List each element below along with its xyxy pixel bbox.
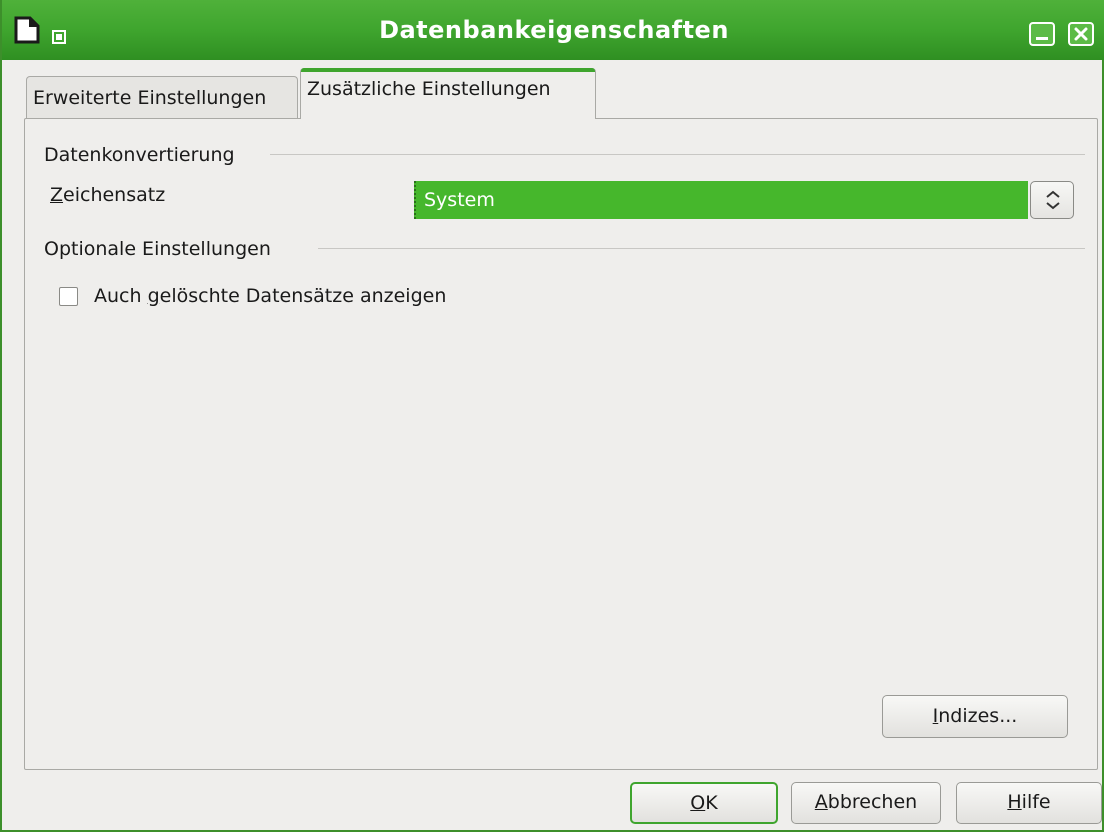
zeichensatz-label: Zeichensatz bbox=[50, 184, 166, 206]
section-heading-datenkonvertierung: Datenkonvertierung bbox=[44, 144, 235, 166]
updown-arrows-icon[interactable] bbox=[1030, 181, 1074, 219]
section-heading-optional: Optionale Einstellungen bbox=[44, 238, 271, 260]
indizes-button[interactable]: Indizes... bbox=[882, 695, 1068, 738]
tab-label: Erweiterte Einstellungen bbox=[33, 87, 267, 109]
zeichensatz-select[interactable]: System bbox=[414, 181, 1074, 219]
tab-erweiterte-einstellungen[interactable]: Erweiterte Einstellungen bbox=[26, 76, 298, 120]
zeichensatz-value[interactable]: System bbox=[414, 181, 1028, 219]
tab-label: Zusätzliche Einstellungen bbox=[307, 78, 551, 100]
show-deleted-label[interactable]: Auch gelöschte Datensätze anzeigen bbox=[94, 285, 446, 307]
show-deleted-checkbox[interactable] bbox=[59, 287, 78, 306]
window-title: Datenbankeigenschaften bbox=[379, 16, 729, 44]
help-button[interactable]: Hilfe bbox=[956, 782, 1102, 824]
cancel-button[interactable]: Abbrechen bbox=[791, 782, 941, 824]
title-bar[interactable]: Datenbankeigenschaften bbox=[2, 0, 1104, 60]
close-icon[interactable] bbox=[1068, 22, 1094, 46]
dialog-window: Datenbankeigenschaften Erweiterte Einste… bbox=[0, 0, 1104, 832]
section-divider bbox=[318, 248, 1085, 249]
minimize-icon[interactable] bbox=[1029, 22, 1055, 46]
ok-button[interactable]: OK bbox=[630, 782, 778, 824]
section-divider bbox=[270, 154, 1085, 155]
tab-zusaetzliche-einstellungen[interactable]: Zusätzliche Einstellungen bbox=[300, 68, 596, 119]
